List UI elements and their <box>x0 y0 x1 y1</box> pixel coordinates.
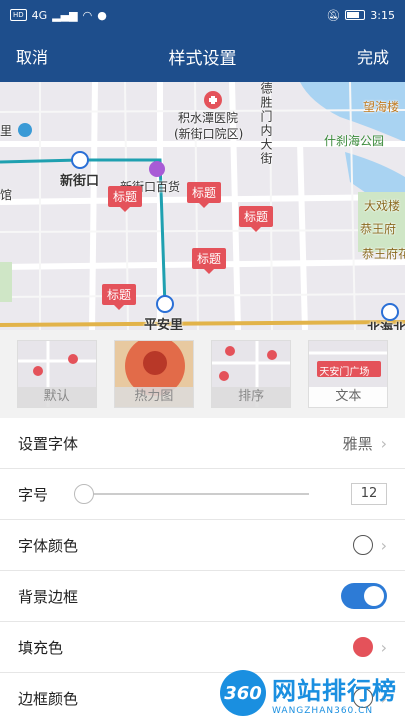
map-marker[interactable]: 标题 <box>108 186 143 212</box>
hd-badge: HD <box>10 9 27 21</box>
map-label-guan: 馆 <box>0 188 13 202</box>
border-bg-toggle[interactable] <box>341 583 387 609</box>
map-marker[interactable]: 标题 <box>239 206 274 232</box>
page-title: 样式设置 <box>168 48 237 69</box>
style-default[interactable]: 默认 <box>16 340 97 408</box>
map-marker[interactable]: 标题 <box>102 284 137 310</box>
app-icon: ● <box>97 8 107 22</box>
map-label-hospital: 积水潭医院 <box>178 111 239 125</box>
setting-fill-label: 填充色 <box>18 638 64 657</box>
font-color-swatch <box>352 535 373 555</box>
setting-border-bg-label: 背景边框 <box>18 587 79 606</box>
setting-border-bg: 背景边框 <box>0 571 405 622</box>
map-label-hospital-sub: (新街口院区) <box>174 127 244 141</box>
watermark: 360 网站排行榜 WANGZHAN360.CN <box>220 670 397 716</box>
chevron-right-icon: › <box>380 535 387 555</box>
setting-font-color[interactable]: 字体颜色 › <box>0 520 405 571</box>
map-label-li: 里 <box>0 124 13 138</box>
setting-font-value: 雅黑 <box>342 434 373 453</box>
signal-icon: ▂▄▆ <box>52 8 78 22</box>
map-label-street: 德胜门内大街 <box>259 82 273 166</box>
map-label-beihai: 北海北 <box>367 322 405 330</box>
map-label-theater: 大戏楼 <box>364 199 401 213</box>
map-label-gongwangfu: 恭王府 <box>360 222 397 236</box>
setting-size-label: 字号 <box>18 485 49 504</box>
map-label-pinganli: 平安里 <box>144 318 184 330</box>
map-label-park: 什刹海公园 <box>324 134 385 148</box>
map-label-wanghailou: 望海楼 <box>363 100 400 114</box>
battery-icon <box>345 10 366 20</box>
setting-font-color-label: 字体颜色 <box>18 536 79 555</box>
chevron-right-icon: › <box>380 433 387 453</box>
fill-color-swatch <box>352 637 373 657</box>
map-marker[interactable]: 标题 <box>187 182 222 208</box>
cancel-button[interactable]: 取消 <box>16 44 48 68</box>
chevron-right-icon: › <box>380 637 387 657</box>
watermark-title: 网站排行榜 <box>272 676 397 705</box>
watermark-url: WANGZHAN360.CN <box>272 705 374 716</box>
style-heat-label: 热力图 <box>114 387 193 407</box>
setting-size: 字号 12 <box>0 469 405 520</box>
status-bar: HD 4G ▂▄▆ ◠ ● 🔕︎ 3:15 <box>0 0 405 30</box>
style-text[interactable]: 天安门广场 文本 <box>308 340 389 408</box>
nav-header: 取消 样式设置 完成 <box>0 30 405 82</box>
map-label-gongwangfu-garden: 恭王府花园 <box>362 247 405 261</box>
setting-font[interactable]: 设置字体 雅黑 › <box>0 418 405 469</box>
done-button[interactable]: 完成 <box>357 44 389 68</box>
style-default-label: 默认 <box>17 387 96 407</box>
clock: 3:15 <box>370 8 395 22</box>
watermark-logo: 360 <box>220 670 266 716</box>
style-text-label: 文本 <box>309 387 388 407</box>
setting-fill[interactable]: 填充色 › <box>0 622 405 673</box>
style-selector: 默认 热力图 排序 天安门广场 文本 <box>0 330 405 418</box>
slider-thumb[interactable] <box>74 484 95 504</box>
font-size-value[interactable]: 12 <box>351 483 387 505</box>
style-text-sample: 天安门广场 <box>319 367 370 378</box>
setting-font-label: 设置字体 <box>18 434 79 453</box>
slider-track <box>74 493 309 495</box>
map-label-xinjiekou: 新街口 <box>60 174 100 189</box>
signal-label: 4G <box>31 8 48 22</box>
style-sort-label: 排序 <box>212 387 291 407</box>
font-size-slider[interactable] <box>74 484 309 504</box>
style-heat[interactable]: 热力图 <box>113 340 194 408</box>
mute-icon: 🔕︎ <box>326 8 341 22</box>
wifi-icon: ◠ <box>82 8 93 22</box>
map-preview[interactable]: 积水潭医院 (新街口院区) 德胜门内大街 望海楼 什刹海公园 新街口 新街口百货… <box>0 82 405 330</box>
style-sort[interactable]: 排序 <box>211 340 292 408</box>
setting-border-color-label: 边框颜色 <box>18 689 79 708</box>
map-marker[interactable]: 标题 <box>192 248 227 274</box>
